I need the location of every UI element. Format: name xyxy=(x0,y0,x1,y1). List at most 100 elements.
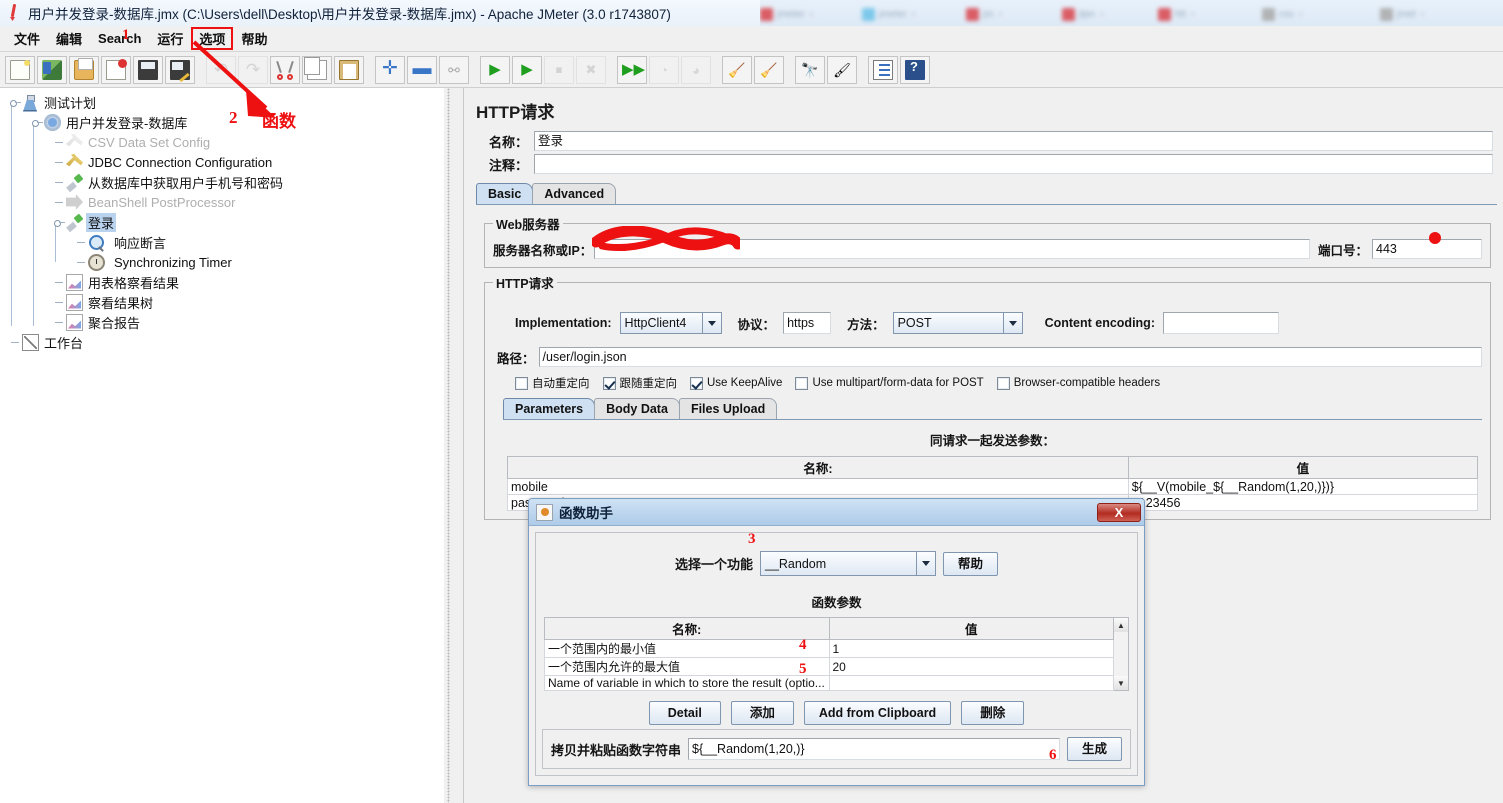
keepalive-checkbox[interactable]: Use KeepAlive xyxy=(690,376,782,390)
tab-files-upload[interactable]: Files Upload xyxy=(678,398,778,419)
checkbox-box[interactable] xyxy=(515,376,528,390)
scroll-down-icon[interactable]: ▼ xyxy=(1114,676,1128,690)
tab-body-data[interactable]: Body Data xyxy=(594,398,680,419)
generate-button[interactable]: 生成 xyxy=(1066,737,1122,761)
implementation-select[interactable]: HttpClient4 xyxy=(619,312,722,334)
table-row[interactable]: 一个范围内允许的最大值 20 xyxy=(544,657,1114,676)
tree-node-beanshell-postprocessor[interactable]: BeanShell PostProcessor xyxy=(6,192,444,212)
browser-headers-checkbox[interactable]: Browser-compatible headers xyxy=(996,376,1160,390)
tree-node-jdbc-request[interactable]: 从数据库中获取用户手机号和密码 xyxy=(6,172,444,192)
paste-button[interactable] xyxy=(334,55,364,84)
comment-input[interactable] xyxy=(534,154,1493,174)
scroll-up-icon[interactable]: ▲ xyxy=(1114,618,1128,632)
function-helper-button[interactable] xyxy=(868,55,898,84)
panel-splitter[interactable] xyxy=(444,88,454,803)
help-button[interactable]: 帮助 xyxy=(943,551,999,576)
tab-parameters[interactable]: Parameters xyxy=(503,398,596,419)
function-select[interactable]: __Random xyxy=(760,551,936,576)
stop-button[interactable]: ⏹ xyxy=(544,55,574,84)
chevron-down-icon[interactable] xyxy=(1002,313,1022,333)
param-value-cell[interactable] xyxy=(828,675,1114,691)
help-button[interactable] xyxy=(900,55,930,84)
menu-search[interactable]: Search xyxy=(90,29,149,48)
add-button[interactable]: 添加 xyxy=(730,701,794,725)
tab-basic[interactable]: Basic xyxy=(476,183,534,204)
multipart-checkbox[interactable]: Use multipart/form-data for POST xyxy=(795,376,984,390)
collapse-all-button[interactable]: ▬ xyxy=(407,55,437,84)
tree-node-aggregate-report[interactable]: 聚合报告 xyxy=(6,312,444,332)
param-value-cell[interactable]: a123456 xyxy=(1127,494,1479,511)
table-row[interactable]: mobile ${__V(mobile_${__Random(1,20,)})} xyxy=(507,478,1479,495)
detail-button[interactable]: Detail xyxy=(648,701,721,725)
clear-all-button[interactable]: 🧹 xyxy=(754,55,784,84)
expander-icon[interactable] xyxy=(10,97,21,108)
follow-redirects-checkbox[interactable]: 跟随重定向 xyxy=(602,375,677,391)
tree-node-synchronizing-timer[interactable]: Synchronizing Timer xyxy=(6,252,444,272)
checkbox-box[interactable] xyxy=(996,376,1010,390)
column-header-value[interactable]: 值 xyxy=(1127,456,1479,479)
open-button[interactable] xyxy=(69,55,99,84)
expand-all-button[interactable]: ✛ xyxy=(375,55,405,84)
tree-node-login-http-request[interactable]: 登录 xyxy=(6,212,444,232)
remote-stop-all-button[interactable]: ◔ xyxy=(649,55,679,84)
remote-shutdown-all-button[interactable]: ◕ xyxy=(681,55,711,84)
copy-button[interactable] xyxy=(302,55,332,84)
tree-node-view-results-tree[interactable]: 察看结果树 xyxy=(6,292,444,312)
auto-redirect-checkbox[interactable]: 自动重定向 xyxy=(515,375,590,391)
column-header-name[interactable]: 名称: xyxy=(507,456,1129,479)
param-value-cell[interactable]: 20 xyxy=(828,657,1114,676)
search-reset-button[interactable]: 🖌 xyxy=(827,55,857,84)
table-row[interactable]: 一个范围内的最小值 1 xyxy=(544,639,1114,658)
toggle-button[interactable]: ⚯ xyxy=(439,55,469,84)
protocol-input[interactable]: https xyxy=(783,312,832,334)
expander-icon[interactable] xyxy=(54,217,65,228)
reset-brush-icon: 🖌 xyxy=(833,61,851,78)
save-button[interactable] xyxy=(133,55,163,84)
test-plan-tree[interactable]: 测试计划 用户并发登录-数据库 CSV Data Set Config JDBC… xyxy=(0,88,444,803)
param-name-cell[interactable]: mobile xyxy=(507,478,1129,495)
tab-advanced[interactable]: Advanced xyxy=(532,183,617,204)
port-input[interactable]: 443 xyxy=(1372,239,1482,259)
add-from-clipboard-button[interactable]: Add from Clipboard xyxy=(803,701,952,725)
checkbox-box[interactable] xyxy=(602,376,616,390)
search-button[interactable]: 🔭 xyxy=(795,55,825,84)
close-button[interactable] xyxy=(101,55,131,84)
menu-run[interactable]: 运行 xyxy=(149,27,191,50)
menu-edit[interactable]: 编辑 xyxy=(48,27,90,50)
start-button[interactable]: ▶ xyxy=(480,55,510,84)
param-value-cell[interactable]: 1 xyxy=(828,639,1114,658)
column-header-value[interactable]: 值 xyxy=(828,617,1114,640)
checkbox-box[interactable] xyxy=(795,376,809,390)
tree-node-csv-data-set-config[interactable]: CSV Data Set Config xyxy=(6,132,444,152)
clear-button[interactable]: 🧹 xyxy=(722,55,752,84)
start-no-pauses-button[interactable]: ▶ xyxy=(512,55,542,84)
new-button[interactable] xyxy=(5,55,35,84)
tree-node-view-results-in-table[interactable]: 用表格察看结果 xyxy=(6,272,444,292)
name-input[interactable]: 登录 xyxy=(534,131,1493,151)
checkbox-box[interactable] xyxy=(690,376,703,390)
expander-icon[interactable] xyxy=(32,117,43,128)
function-helper-dialog[interactable]: 函数助手 X 选择一个功能 __Random 帮助 函数参数 名称: 值 一个范… xyxy=(528,498,1145,786)
close-icon[interactable]: X xyxy=(1097,502,1141,522)
param-value-cell[interactable]: ${__V(mobile_${__Random(1,20,)})} xyxy=(1127,478,1479,495)
tree-node-workbench[interactable]: 工作台 xyxy=(6,332,444,352)
chevron-down-icon[interactable] xyxy=(916,552,935,575)
dialog-titlebar[interactable]: 函数助手 X xyxy=(529,499,1144,526)
chevron-down-icon[interactable] xyxy=(701,313,721,333)
function-params-scrollbar[interactable]: ▲ ▼ xyxy=(1114,617,1129,691)
tree-node-response-assertion[interactable]: 响应断言 xyxy=(6,232,444,252)
content-encoding-input[interactable] xyxy=(1162,312,1279,334)
templates-button[interactable] xyxy=(37,55,67,84)
path-input[interactable]: /user/login.json xyxy=(538,347,1482,367)
tree-node-jdbc-connection-configuration[interactable]: JDBC Connection Configuration xyxy=(6,152,444,172)
menu-file[interactable]: 文件 xyxy=(6,27,48,50)
column-header-name[interactable]: 名称: xyxy=(544,617,830,640)
remote-start-all-button[interactable]: ▶▶ xyxy=(617,55,647,84)
function-params-table[interactable]: 名称: 值 一个范围内的最小值 1 一个范围内允许的最大值 20 Name of… xyxy=(544,617,1114,691)
shutdown-button[interactable]: ✖ xyxy=(576,55,606,84)
method-select[interactable]: POST xyxy=(892,312,1023,334)
path-label: 路径： xyxy=(497,351,535,366)
delete-button[interactable]: 删除 xyxy=(961,701,1025,725)
copy-paste-input[interactable]: ${__Random(1,20,)} xyxy=(688,738,1060,760)
table-row[interactable]: Name of variable in which to store the r… xyxy=(544,675,1114,691)
